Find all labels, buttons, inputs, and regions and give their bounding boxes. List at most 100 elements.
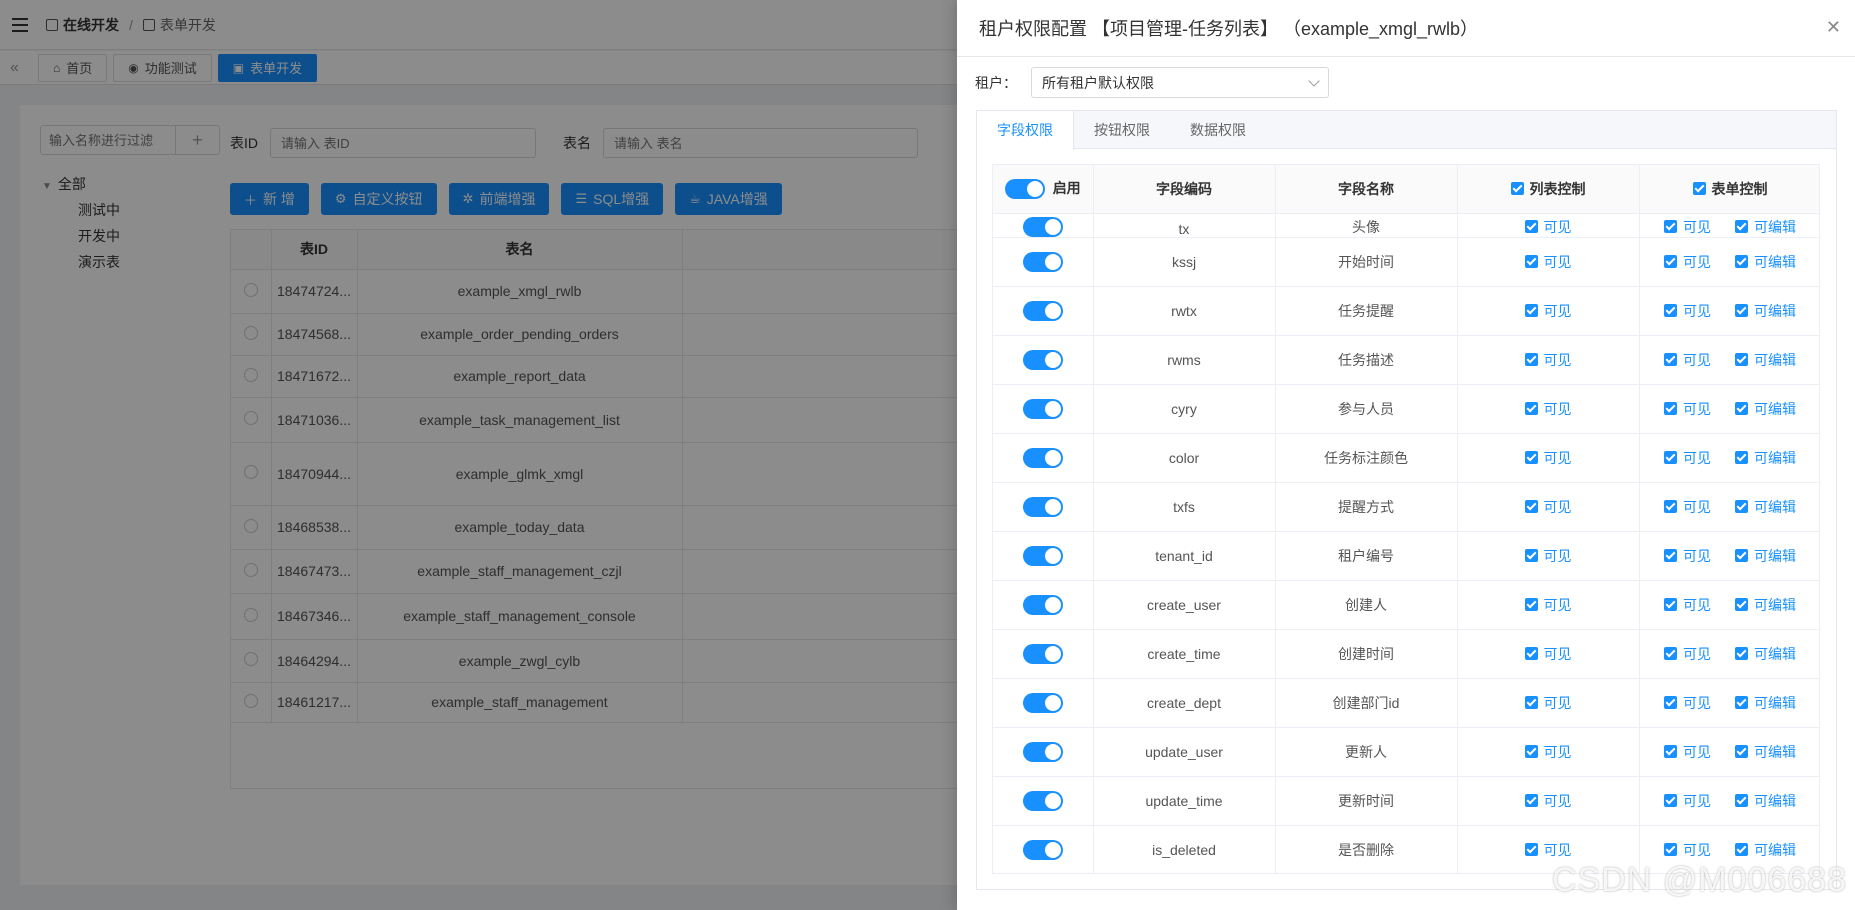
checkbox[interactable] — [1735, 304, 1748, 317]
checkbox[interactable] — [1735, 794, 1748, 807]
form-visible-checkbox[interactable]: 可见 — [1664, 350, 1711, 370]
form-visible-checkbox[interactable]: 可见 — [1664, 595, 1711, 615]
checkbox[interactable] — [1524, 843, 1538, 856]
checkbox[interactable] — [1524, 353, 1538, 366]
list-control-all-checkbox[interactable] — [1510, 182, 1524, 196]
checkbox[interactable] — [1735, 451, 1748, 464]
form-visible-checkbox[interactable]: 可见 — [1664, 301, 1711, 321]
form-visible-checkbox[interactable]: 可见 — [1664, 840, 1711, 860]
enable-switch[interactable] — [1022, 251, 1063, 272]
checkbox[interactable] — [1664, 745, 1677, 758]
form-editable-checkbox[interactable]: 可编辑 — [1735, 693, 1796, 713]
form-editable-checkbox[interactable]: 可编辑 — [1735, 840, 1796, 860]
checkbox[interactable] — [1735, 696, 1748, 709]
checkbox[interactable] — [1735, 647, 1748, 660]
enable-switch[interactable] — [1022, 790, 1063, 811]
tab-button-permission[interactable]: 按钮权限 — [1074, 111, 1170, 148]
list-visible-checkbox[interactable]: 可见 — [1524, 399, 1572, 419]
checkbox[interactable] — [1735, 745, 1748, 758]
enable-switch[interactable] — [1022, 447, 1063, 468]
checkbox[interactable] — [1524, 304, 1538, 317]
list-visible-checkbox[interactable]: 可见 — [1524, 644, 1572, 664]
form-editable-checkbox[interactable]: 可编辑 — [1735, 301, 1796, 321]
checkbox[interactable] — [1524, 794, 1538, 807]
list-visible-checkbox[interactable]: 可见 — [1524, 497, 1572, 517]
tab-field-permission[interactable]: 字段权限 — [977, 111, 1074, 150]
form-control-all-checkbox[interactable] — [1692, 182, 1706, 196]
enable-switch[interactable] — [1022, 300, 1063, 321]
enable-all-switch[interactable] — [1004, 179, 1045, 200]
checkbox[interactable] — [1664, 647, 1677, 660]
checkbox[interactable] — [1524, 255, 1538, 268]
enable-switch[interactable] — [1022, 496, 1063, 517]
form-editable-checkbox[interactable]: 可编辑 — [1735, 252, 1796, 272]
list-visible-checkbox[interactable]: 可见 — [1524, 301, 1572, 321]
checkbox[interactable] — [1735, 500, 1748, 513]
checkbox[interactable] — [1524, 451, 1538, 464]
form-visible-checkbox[interactable]: 可见 — [1664, 546, 1711, 566]
checkbox[interactable] — [1664, 598, 1677, 611]
checkbox[interactable] — [1664, 255, 1677, 268]
form-editable-checkbox[interactable]: 可编辑 — [1735, 399, 1796, 419]
list-visible-checkbox[interactable]: 可见 — [1524, 448, 1572, 468]
tenant-select[interactable]: 所有租户默认权限 — [1031, 67, 1329, 98]
enable-switch[interactable] — [1022, 545, 1063, 566]
checkbox[interactable] — [1735, 353, 1748, 366]
enable-switch[interactable] — [1022, 398, 1063, 419]
enable-switch[interactable] — [1022, 741, 1063, 762]
checkbox[interactable] — [1524, 220, 1538, 233]
list-visible-checkbox[interactable]: 可见 — [1524, 546, 1572, 566]
form-editable-checkbox[interactable]: 可编辑 — [1735, 791, 1796, 811]
checkbox[interactable] — [1524, 402, 1538, 415]
checkbox[interactable] — [1664, 696, 1677, 709]
form-visible-checkbox[interactable]: 可见 — [1664, 399, 1711, 419]
form-visible-checkbox[interactable]: 可见 — [1664, 644, 1711, 664]
enable-switch[interactable] — [1022, 594, 1063, 615]
checkbox[interactable] — [1524, 598, 1538, 611]
checkbox[interactable] — [1735, 402, 1748, 415]
checkbox[interactable] — [1524, 745, 1538, 758]
list-visible-checkbox[interactable]: 可见 — [1524, 217, 1572, 237]
list-visible-checkbox[interactable]: 可见 — [1524, 595, 1572, 615]
checkbox[interactable] — [1664, 304, 1677, 317]
form-visible-checkbox[interactable]: 可见 — [1664, 693, 1711, 713]
form-editable-checkbox[interactable]: 可编辑 — [1735, 448, 1796, 468]
checkbox[interactable] — [1735, 843, 1748, 856]
checkbox[interactable] — [1735, 220, 1748, 233]
checkbox[interactable] — [1664, 220, 1677, 233]
tab-data-permission[interactable]: 数据权限 — [1170, 111, 1266, 148]
form-editable-checkbox[interactable]: 可编辑 — [1735, 350, 1796, 370]
enable-switch[interactable] — [1022, 216, 1063, 237]
form-visible-checkbox[interactable]: 可见 — [1664, 448, 1711, 468]
list-visible-checkbox[interactable]: 可见 — [1524, 791, 1572, 811]
form-editable-checkbox[interactable]: 可编辑 — [1735, 595, 1796, 615]
form-visible-checkbox[interactable]: 可见 — [1664, 791, 1711, 811]
checkbox[interactable] — [1664, 843, 1677, 856]
form-visible-checkbox[interactable]: 可见 — [1664, 742, 1711, 762]
form-editable-checkbox[interactable]: 可编辑 — [1735, 546, 1796, 566]
enable-switch[interactable] — [1022, 839, 1063, 860]
checkbox[interactable] — [1664, 402, 1677, 415]
checkbox[interactable] — [1664, 451, 1677, 464]
checkbox[interactable] — [1664, 549, 1677, 562]
form-editable-checkbox[interactable]: 可编辑 — [1735, 742, 1796, 762]
enable-switch[interactable] — [1022, 692, 1063, 713]
enable-switch[interactable] — [1022, 643, 1063, 664]
form-editable-checkbox[interactable]: 可编辑 — [1735, 217, 1796, 237]
checkbox[interactable] — [1524, 500, 1538, 513]
checkbox[interactable] — [1664, 794, 1677, 807]
list-visible-checkbox[interactable]: 可见 — [1524, 350, 1572, 370]
checkbox[interactable] — [1735, 549, 1748, 562]
list-visible-checkbox[interactable]: 可见 — [1524, 742, 1572, 762]
checkbox[interactable] — [1735, 255, 1748, 268]
list-visible-checkbox[interactable]: 可见 — [1524, 840, 1572, 860]
enable-switch[interactable] — [1022, 349, 1063, 370]
form-visible-checkbox[interactable]: 可见 — [1664, 497, 1711, 517]
checkbox[interactable] — [1524, 647, 1538, 660]
form-editable-checkbox[interactable]: 可编辑 — [1735, 497, 1796, 517]
close-icon[interactable]: ✕ — [1826, 17, 1841, 38]
checkbox[interactable] — [1735, 598, 1748, 611]
checkbox[interactable] — [1524, 549, 1538, 562]
checkbox[interactable] — [1664, 353, 1677, 366]
checkbox[interactable] — [1664, 500, 1677, 513]
